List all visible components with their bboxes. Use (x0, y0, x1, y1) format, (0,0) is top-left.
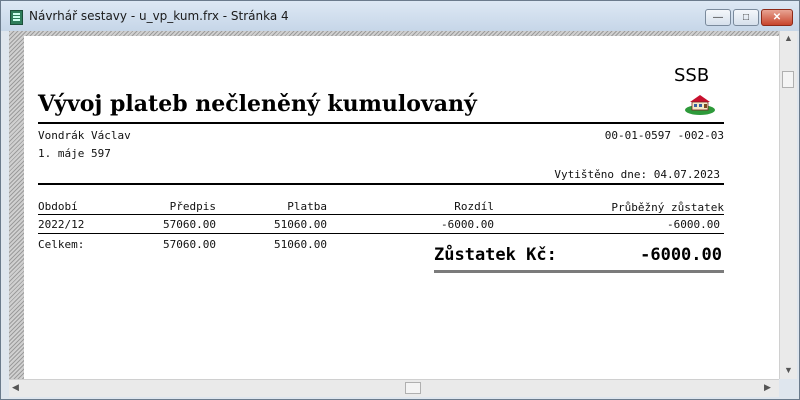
arrow-left-icon[interactable]: ◀ (12, 382, 19, 393)
row-platba: 51060.00 (274, 218, 327, 231)
horizontal-scroll-thumb[interactable] (405, 382, 421, 394)
balance-label: Zůstatek Kč: (434, 245, 557, 265)
vertical-scrollbar[interactable]: ▲ ▼ (779, 31, 797, 379)
print-date: Vytištěno dne: 04.07.2023 (554, 168, 720, 181)
report-page: SSB Vývoj plateb nečleněný kumulovaný Vo… (24, 36, 783, 379)
arrow-right-icon[interactable]: ▶ (764, 382, 771, 393)
divider-top (38, 122, 724, 124)
vertical-scroll-thumb[interactable] (782, 71, 794, 88)
column-header-rozdil: Rozdíl (454, 200, 494, 213)
row-predpis: 57060.00 (163, 218, 216, 231)
header-underline (38, 214, 724, 215)
logo-text: SSB (674, 65, 710, 86)
owner-name: Vondrák Václav (38, 129, 131, 142)
column-header-platba: Platba (287, 200, 327, 213)
account-number: 00-01-0597 -002-03 (604, 129, 724, 142)
row-underline (38, 233, 724, 234)
total-platba: 51060.00 (274, 238, 327, 251)
row-rozdil: -6000.00 (441, 218, 494, 231)
horizontal-scrollbar[interactable]: ◀ ▶ (9, 379, 779, 397)
divider-middle (38, 183, 724, 185)
total-predpis: 57060.00 (163, 238, 216, 251)
owner-address: 1. máje 597 (38, 147, 111, 160)
column-header-period: Období (38, 200, 78, 213)
column-header-balance: Průběžný zůstatek (611, 201, 724, 214)
row-balance: -6000.00 (667, 218, 720, 231)
minimize-button[interactable]: — (705, 9, 731, 26)
column-header-predpis: Předpis (169, 200, 216, 213)
total-label: Celkem: (38, 238, 85, 251)
balance-underline (434, 270, 724, 273)
arrow-up-icon[interactable]: ▲ (784, 33, 793, 43)
maximize-button[interactable]: □ (733, 9, 759, 26)
close-button[interactable]: ✕ (761, 9, 793, 26)
house-icon (685, 95, 715, 115)
window-title: Návrhář sestavy - u_vp_kum.frx - Stránka… (29, 9, 289, 23)
report-designer-window: Návrhář sestavy - u_vp_kum.frx - Stránka… (0, 0, 800, 400)
row-period: 2022/12 (38, 218, 85, 231)
report-canvas[interactable]: SSB Vývoj plateb nečleněný kumulovaný Vo… (9, 31, 783, 379)
title-bar[interactable]: Návrhář sestavy - u_vp_kum.frx - Stránka… (1, 1, 799, 31)
report-title: Vývoj plateb nečleněný kumulovaný (38, 91, 477, 117)
arrow-down-icon[interactable]: ▼ (784, 365, 793, 375)
report-designer-icon (10, 10, 23, 25)
balance-value: -6000.00 (640, 245, 722, 265)
